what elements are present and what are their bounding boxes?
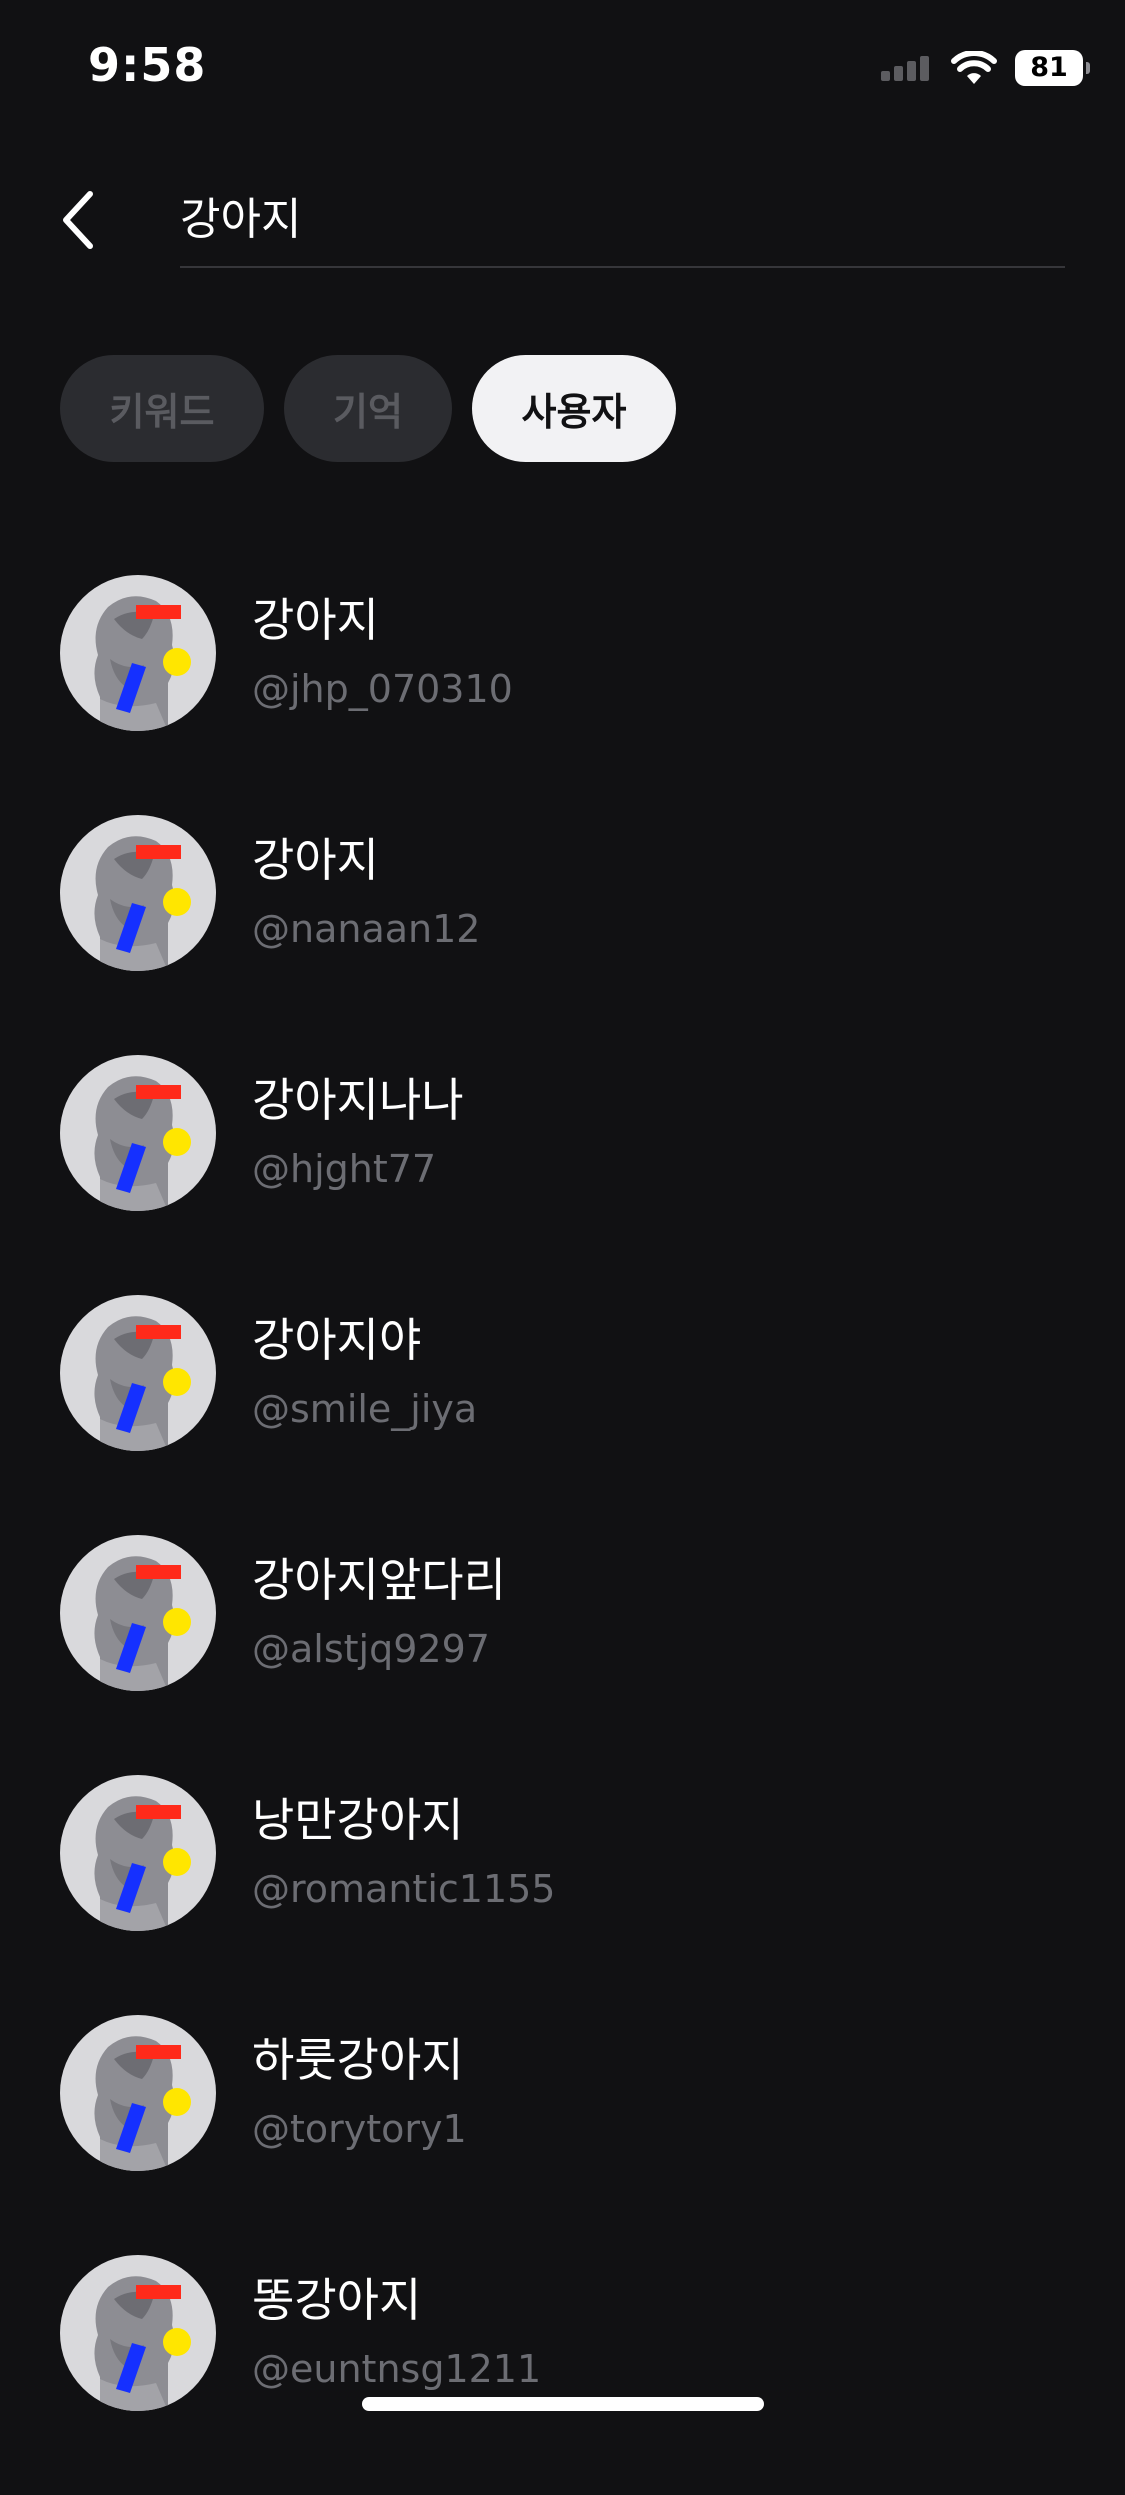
user-text: 하룻강아지 @torytory1 (252, 2015, 467, 2157)
user-list-item[interactable]: 똥강아지 @euntnsg1211 (60, 2255, 1065, 2495)
user-handle: @euntnsg1211 (252, 2347, 542, 2391)
user-name: 강아지나나 (252, 1073, 464, 1127)
user-list: 강아지 @jhp_070310 강아지 @nanaan12 강아지나나 @hjg… (60, 575, 1065, 2495)
tab-user[interactable]: 사용자 (472, 355, 676, 462)
signal-icon (881, 56, 929, 81)
user-text: 강아지나나 @hjght77 (252, 1055, 464, 1197)
user-handle: @romantic1155 (252, 1867, 556, 1911)
user-list-item[interactable]: 강아지 @jhp_070310 (60, 575, 1065, 815)
user-handle: @jhp_070310 (252, 667, 513, 711)
status-icons: 81 (881, 48, 1090, 88)
battery-icon: 81 (1015, 50, 1090, 86)
battery-level: 81 (1030, 52, 1068, 83)
avatar (60, 815, 216, 971)
wifi-icon (951, 51, 997, 84)
user-list-item[interactable]: 강아지 @nanaan12 (60, 815, 1065, 1055)
user-handle: @torytory1 (252, 2107, 467, 2151)
chevron-left-icon (63, 191, 93, 249)
user-handle: @smile_jiya (252, 1387, 478, 1431)
avatar (60, 1055, 216, 1211)
avatar (60, 575, 216, 731)
avatar (60, 1295, 216, 1451)
user-text: 강아지앞다리 @alstjq9297 (252, 1535, 506, 1677)
tab-keyword[interactable]: 키워드 (60, 355, 264, 462)
avatar (60, 2255, 216, 2411)
user-name: 강아지야 (252, 1313, 422, 1367)
user-name: 똥강아지 (252, 2273, 422, 2327)
battery-tip (1086, 62, 1090, 74)
user-name: 하룻강아지 (252, 2033, 464, 2087)
user-list-item[interactable]: 하룻강아지 @torytory1 (60, 2015, 1065, 2255)
tab-memory[interactable]: 기억 (284, 355, 452, 462)
avatar (60, 1775, 216, 1931)
user-list-item[interactable]: 낭만강아지 @romantic1155 (60, 1775, 1065, 2015)
filter-tabs: 키워드 기억 사용자 (60, 355, 676, 462)
status-time: 9:58 (88, 38, 207, 92)
user-text: 낭만강아지 @romantic1155 (252, 1775, 555, 1917)
user-text: 강아지 @jhp_070310 (252, 575, 513, 717)
search-field (180, 170, 1065, 268)
home-indicator (362, 2397, 764, 2411)
user-text: 강아지 @nanaan12 (252, 815, 480, 957)
avatar (60, 2015, 216, 2171)
user-text: 똥강아지 @euntnsg1211 (252, 2255, 541, 2397)
user-handle: @hjght77 (252, 1147, 437, 1191)
status-bar: 9:58 81 (0, 0, 1125, 140)
user-name: 강아지앞다리 (252, 1553, 506, 1607)
user-name: 강아지 (252, 833, 379, 887)
search-input[interactable] (180, 170, 1065, 260)
user-text: 강아지야 @smile_jiya (252, 1295, 477, 1437)
back-button[interactable] (48, 180, 108, 260)
user-handle: @nanaan12 (252, 907, 481, 951)
avatar (60, 1535, 216, 1691)
user-list-item[interactable]: 강아지야 @smile_jiya (60, 1295, 1065, 1535)
user-name: 강아지 (252, 593, 379, 647)
user-list-item[interactable]: 강아지앞다리 @alstjq9297 (60, 1535, 1065, 1775)
user-handle: @alstjq9297 (252, 1627, 490, 1671)
user-name: 낭만강아지 (252, 1793, 464, 1847)
user-list-item[interactable]: 강아지나나 @hjght77 (60, 1055, 1065, 1295)
